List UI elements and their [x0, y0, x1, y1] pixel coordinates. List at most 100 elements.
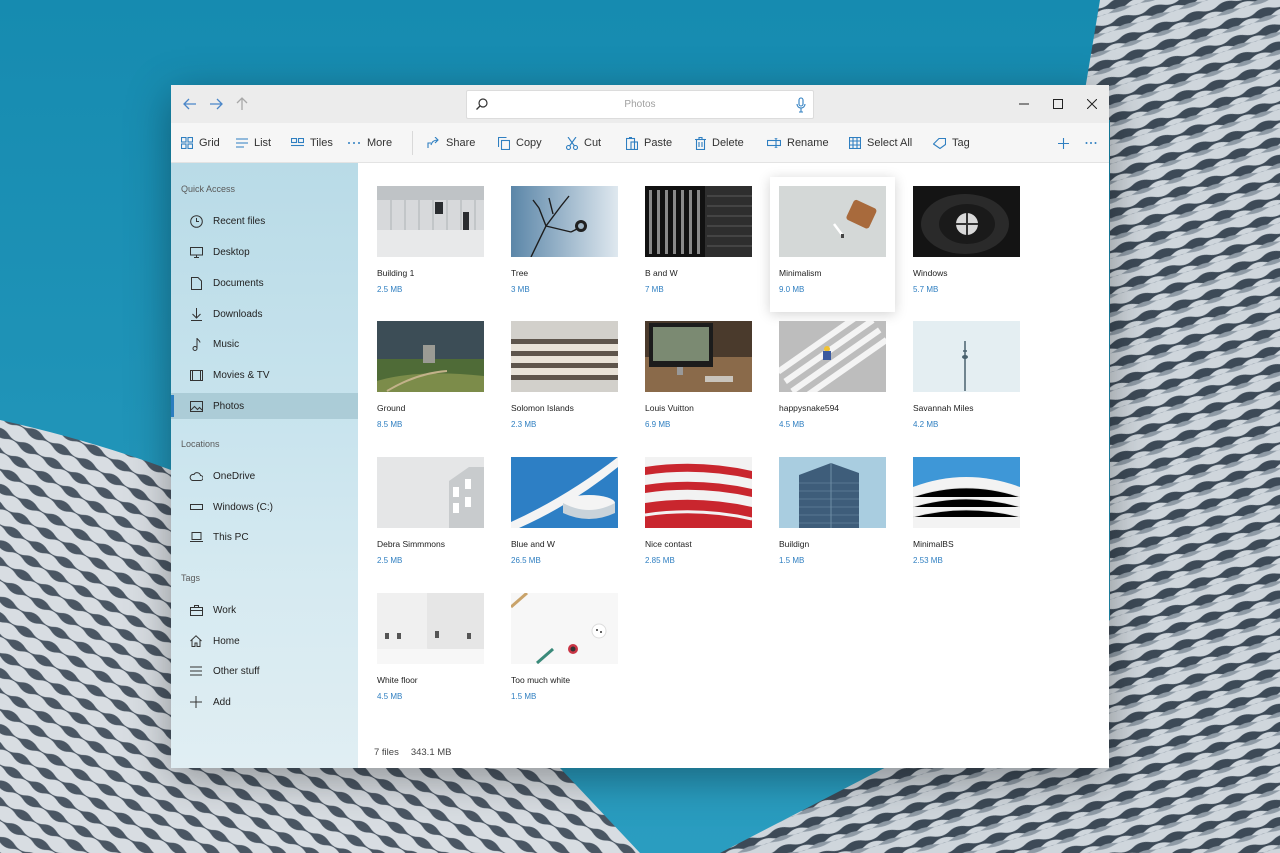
- cut-button[interactable]: Cut: [566, 123, 601, 163]
- navigation-buttons: [177, 85, 255, 123]
- sidebar-item-documents[interactable]: Documents: [171, 270, 358, 296]
- file-name: Ground: [377, 403, 406, 413]
- file-tile[interactable]: Buildign 1.5 MB: [779, 457, 886, 577]
- file-size: 7 MB: [645, 285, 664, 294]
- close-button[interactable]: [1075, 85, 1109, 123]
- up-button[interactable]: [229, 85, 255, 123]
- microphone-icon[interactable]: [796, 97, 806, 113]
- sidebar-item-label: This PC: [213, 531, 249, 543]
- sidebar-item-this-pc[interactable]: This PC: [171, 524, 358, 550]
- back-button[interactable]: [177, 85, 203, 123]
- paste-label: Paste: [644, 137, 673, 149]
- file-tile[interactable]: Louis Vuitton 6.9 MB: [645, 321, 752, 441]
- file-name: Blue and W: [511, 539, 555, 549]
- file-tile[interactable]: Too much white 1.5 MB: [511, 593, 618, 713]
- toolbar-separator: [412, 131, 413, 155]
- forward-button[interactable]: [203, 85, 229, 123]
- file-tile[interactable]: Ground 8.5 MB: [377, 321, 484, 441]
- home-icon: [188, 633, 204, 649]
- sidebar-item-recent-files[interactable]: Recent files: [171, 208, 358, 234]
- sidebar-item-work[interactable]: Work: [171, 597, 358, 623]
- file-name: Savannah Miles: [913, 403, 974, 413]
- file-tile[interactable]: White floor 4.5 MB: [377, 593, 484, 713]
- file-tile[interactable]: B and W 7 MB: [645, 186, 752, 306]
- file-name: happysnake594: [779, 403, 840, 413]
- tiles-view-button[interactable]: Tiles: [291, 123, 333, 163]
- file-tile[interactable]: Blue and W 26.5 MB: [511, 457, 618, 577]
- sidebar-item-onedrive[interactable]: OneDrive: [171, 463, 358, 489]
- search-input[interactable]: [515, 99, 765, 110]
- file-tile[interactable]: Savannah Miles 4.2 MB: [913, 321, 1020, 441]
- file-name: Nice contast: [645, 539, 692, 549]
- sidebar-item-music[interactable]: Music: [171, 331, 358, 357]
- file-tile[interactable]: happysnake594 4.5 MB: [779, 321, 886, 441]
- window-controls: [1007, 85, 1109, 123]
- sidebar-item-label: Home: [213, 635, 240, 647]
- tag-button[interactable]: Tag: [933, 123, 970, 163]
- sidebar-item-other-stuff[interactable]: Other stuff: [171, 658, 358, 684]
- file-size: 6.9 MB: [645, 420, 671, 429]
- paste-button[interactable]: Paste: [626, 123, 672, 163]
- document-icon: [188, 275, 204, 291]
- file-name: White floor: [377, 675, 418, 685]
- file-tile[interactable]: Solomon Islands 2.3 MB: [511, 321, 618, 441]
- laptop-icon: [188, 529, 204, 545]
- sidebar-item-add-tag[interactable]: Add: [171, 689, 358, 715]
- list-view-button[interactable]: List: [236, 123, 271, 163]
- file-tile[interactable]: Nice contast 2.85 MB: [645, 457, 752, 577]
- file-tile[interactable]: MinimalBS 2.53 MB: [913, 457, 1020, 577]
- sidebar-item-home[interactable]: Home: [171, 628, 358, 654]
- search-icon: [476, 98, 488, 110]
- overflow-menu-button[interactable]: [1085, 123, 1103, 163]
- grid-view-button[interactable]: Grid: [181, 123, 220, 163]
- navigation-sidebar: Quick Access Recent files Desktop Docume…: [171, 163, 358, 768]
- rename-button[interactable]: Rename: [767, 123, 829, 163]
- tag-label: Tag: [952, 137, 970, 149]
- file-size: 4.5 MB: [779, 420, 805, 429]
- file-size: 3 MB: [511, 285, 530, 294]
- sidebar-item-label: Documents: [213, 277, 264, 289]
- file-size: 2.5 MB: [377, 556, 403, 565]
- tiles-icon: [291, 138, 304, 147]
- close-icon: [1087, 99, 1097, 109]
- desktop-icon: [188, 244, 204, 260]
- copy-button[interactable]: Copy: [498, 123, 542, 163]
- file-tile[interactable]: Tree 3 MB: [511, 186, 618, 306]
- thumbnail-blue-and-w: [511, 457, 618, 528]
- file-size: 4.5 MB: [377, 692, 403, 701]
- file-tile[interactable]: Building 1 2.5 MB: [377, 186, 484, 306]
- file-tile[interactable]: Minimalism 9.0 MB: [779, 186, 886, 306]
- sidebar-item-windows-c[interactable]: Windows (C:): [171, 494, 358, 520]
- minimize-icon: [1019, 103, 1029, 105]
- delete-button[interactable]: Delete: [695, 123, 744, 163]
- minimize-button[interactable]: [1007, 85, 1041, 123]
- total-size: 343.1 MB: [410, 747, 452, 758]
- file-tile[interactable]: Debra Simmmons 2.5 MB: [377, 457, 484, 577]
- file-name: Solomon Islands: [511, 403, 574, 413]
- select-all-button[interactable]: Select All: [849, 123, 912, 163]
- file-size: 4.2 MB: [913, 420, 939, 429]
- scissors-icon: [566, 136, 578, 150]
- sidebar-item-label: Downloads: [213, 308, 263, 320]
- grid-view-label: Grid: [199, 137, 220, 149]
- tags-heading: Tags: [181, 573, 201, 583]
- sidebar-item-downloads[interactable]: Downloads: [171, 301, 358, 327]
- file-tile[interactable]: Windows 5.7 MB: [913, 186, 1020, 306]
- thumbnail-minimalism: [779, 186, 886, 257]
- briefcase-icon: [188, 602, 204, 618]
- maximize-button[interactable]: [1041, 85, 1075, 123]
- thumbnail-too-much-white: [511, 593, 618, 664]
- select-all-icon: [849, 137, 861, 149]
- delete-label: Delete: [712, 137, 744, 149]
- list-icon: [236, 138, 248, 148]
- list-icon: [188, 663, 204, 679]
- sidebar-item-desktop[interactable]: Desktop: [171, 239, 358, 265]
- more-views-button[interactable]: More: [347, 123, 392, 163]
- cloud-icon: [188, 468, 204, 484]
- add-button[interactable]: [1058, 123, 1075, 163]
- sidebar-item-photos[interactable]: Photos: [171, 393, 358, 419]
- rename-label: Rename: [787, 137, 829, 149]
- share-button[interactable]: Share: [427, 123, 475, 163]
- file-name: B and W: [645, 268, 678, 278]
- sidebar-item-movies-tv[interactable]: Movies & TV: [171, 362, 358, 388]
